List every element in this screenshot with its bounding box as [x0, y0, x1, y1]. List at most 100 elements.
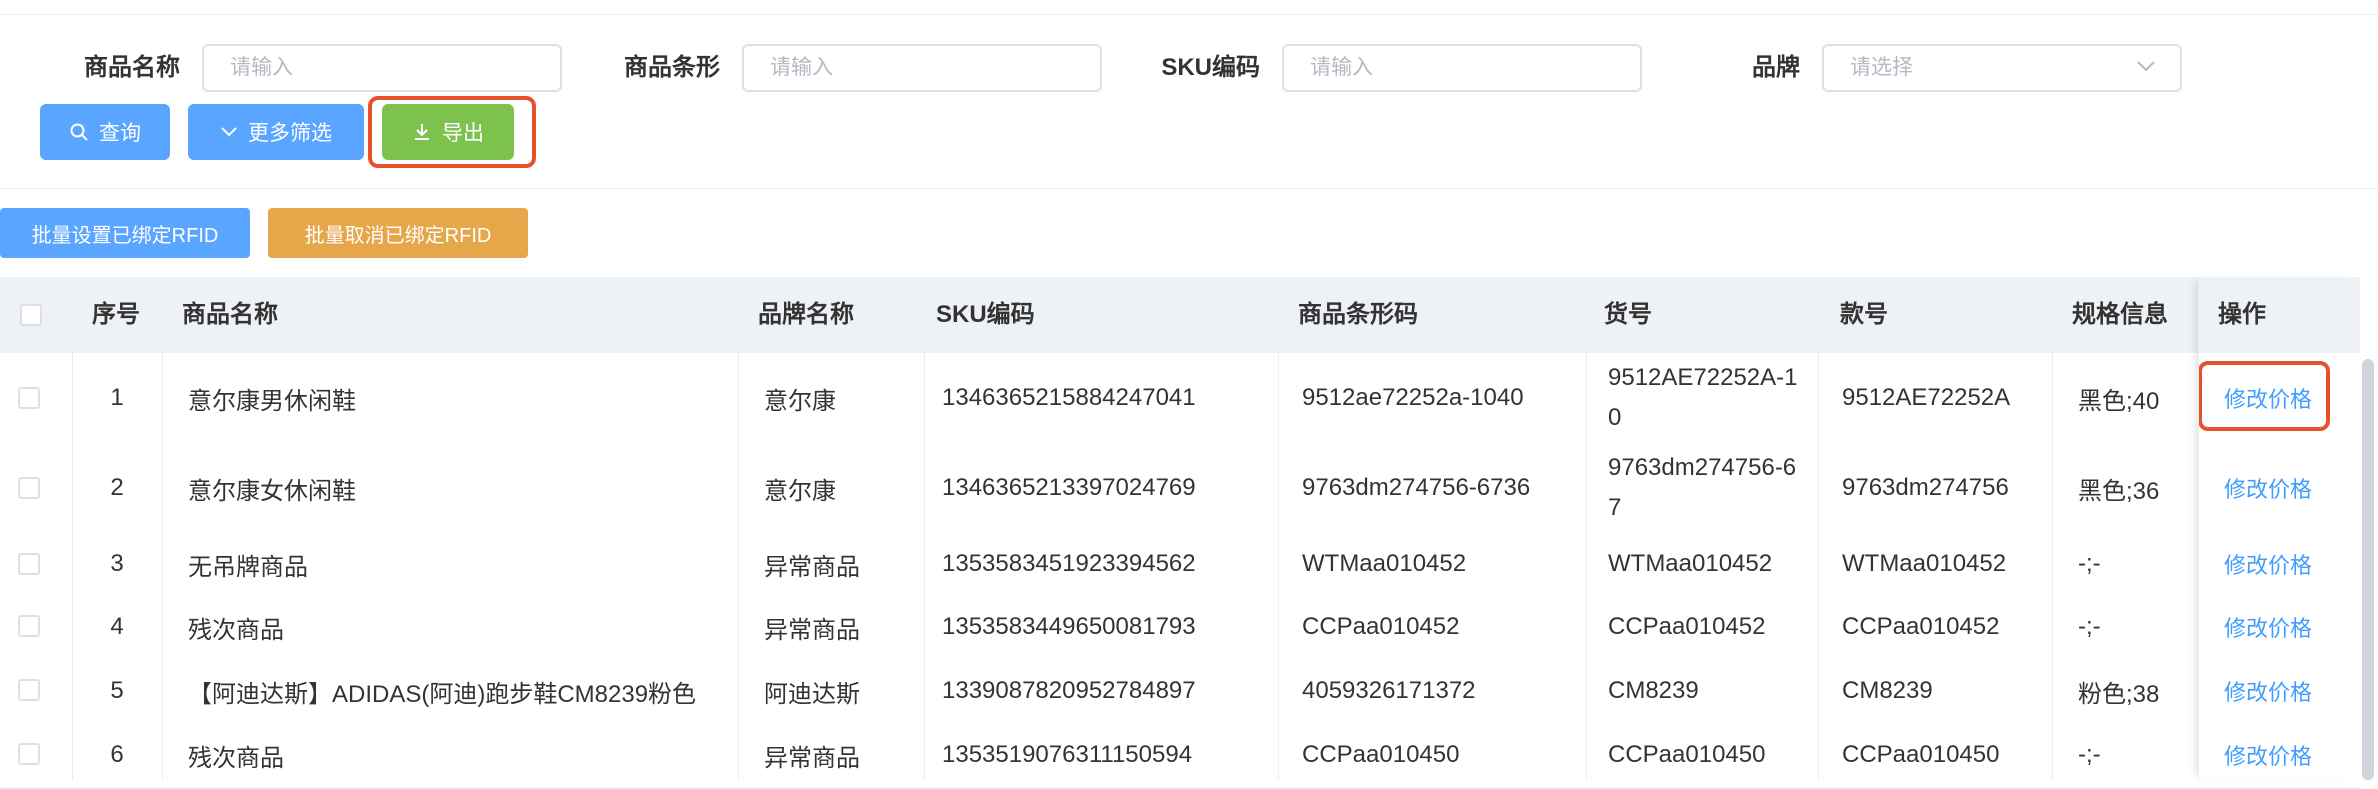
table-row: 5 【阿迪达斯】ADIDAS(阿迪)跑步鞋CM8239粉色 阿迪达斯 13390… — [0, 659, 2360, 725]
row-index: 6 — [110, 741, 124, 768]
batch-set-rfid-label: 批量设置已绑定RFID — [31, 224, 219, 247]
sku-input[interactable] — [1282, 44, 1642, 92]
col-divider — [1818, 277, 1819, 780]
header-spec: 规格信息 — [2072, 301, 2168, 328]
more-filters-button[interactable]: 更多筛选 — [188, 104, 364, 160]
row-checkbox[interactable] — [18, 387, 40, 409]
row-sku: 1339087820952784897 — [942, 677, 1196, 704]
row-index: 1 — [110, 384, 124, 411]
row-spec: -;- — [2078, 550, 2101, 577]
brand-select-placeholder: 请选择 — [1850, 56, 1913, 79]
row-item-no: WTMaa010452 — [1608, 550, 1773, 577]
row-brand: 意尔康 — [764, 477, 836, 505]
batch-set-rfid-button[interactable]: 批量设置已绑定RFID — [0, 208, 250, 258]
filter-bar: 商品名称 商品条形 SKU编码 品牌 请选择 — [0, 44, 2378, 92]
header-sku: SKU编码 — [936, 301, 1035, 328]
col-divider — [72, 277, 73, 780]
row-index: 5 — [110, 677, 124, 704]
table-scrollbar[interactable] — [2362, 359, 2374, 780]
row-name: 意尔康女休闲鞋 — [188, 477, 356, 505]
row-index: 2 — [110, 474, 124, 501]
barcode-label: 商品条形 — [624, 54, 720, 81]
row-name: 意尔康男休闲鞋 — [188, 387, 356, 415]
header-item-no: 货号 — [1604, 301, 1652, 328]
row-sku: 1353583451923394562 — [942, 550, 1196, 577]
row-style-no: CCPaa010450 — [1842, 741, 2000, 768]
fixed-operation-column-shadow — [2198, 277, 2360, 780]
search-icon — [70, 123, 88, 141]
row-spec: -;- — [2078, 613, 2101, 640]
row-checkbox[interactable] — [18, 679, 40, 701]
row-sku: 1353583449650081793 — [942, 613, 1196, 640]
row-brand: 阿迪达斯 — [764, 680, 860, 708]
row-style-no: WTMaa010452 — [1842, 550, 2007, 577]
more-filters-button-label: 更多筛选 — [248, 122, 332, 145]
row-checkbox[interactable] — [18, 477, 40, 499]
header-name: 商品名称 — [182, 301, 278, 328]
row-checkbox[interactable] — [18, 615, 40, 637]
batch-cancel-rfid-label: 批量取消已绑定RFID — [304, 224, 492, 247]
row-brand: 异常商品 — [764, 744, 860, 772]
brand-label: 品牌 — [1752, 54, 1800, 81]
row-barcode: CCPaa010450 — [1302, 741, 1460, 768]
select-all-checkbox[interactable] — [20, 304, 42, 326]
table-row: 3 无吊牌商品 异常商品 1353583451923394562 WTMaa01… — [0, 533, 2360, 597]
brand-select[interactable]: 请选择 — [1822, 44, 2182, 92]
row-index: 3 — [110, 550, 124, 577]
header-barcode: 商品条形码 — [1298, 301, 1418, 328]
query-button[interactable]: 查询 — [40, 104, 170, 160]
row-checkbox[interactable] — [18, 743, 40, 765]
row-barcode: CCPaa010452 — [1302, 613, 1460, 640]
download-icon — [415, 124, 429, 140]
chevron-down-icon — [2137, 61, 2155, 72]
row-barcode: 4059326171372 — [1302, 677, 1476, 704]
row-name: 【阿迪达斯】ADIDAS(阿迪)跑步鞋CM8239粉色 — [188, 680, 697, 708]
table-row: 1 意尔康男休闲鞋 意尔康 1346365215884247041 9512ae… — [0, 353, 2360, 445]
row-name: 无吊牌商品 — [188, 553, 308, 581]
section-divider — [0, 188, 2378, 189]
row-item-no: 9763dm274756-67 — [1608, 454, 1797, 521]
col-divider — [924, 277, 925, 780]
row-index: 4 — [110, 613, 124, 640]
sku-label: SKU编码 — [1161, 54, 1260, 81]
chevron-down-icon — [221, 127, 237, 137]
table-row: 4 残次商品 异常商品 1353583449650081793 CCPaa010… — [0, 595, 2360, 661]
header-style-no: 款号 — [1840, 301, 1888, 328]
row-barcode: 9512ae72252a-1040 — [1302, 384, 1524, 411]
row-sku: 1353519076311150594 — [942, 741, 1193, 768]
row-sku: 1346365215884247041 — [942, 384, 1196, 411]
row-name: 残次商品 — [188, 616, 284, 644]
row-sku: 1346365213397024769 — [942, 474, 1196, 501]
col-divider — [162, 277, 163, 780]
query-button-label: 查询 — [99, 122, 141, 145]
export-button-label: 导出 — [442, 122, 484, 145]
col-divider — [1278, 277, 1279, 780]
row-style-no: 9763dm274756 — [1842, 474, 2009, 501]
row-style-no: CM8239 — [1842, 677, 1933, 704]
row-brand: 异常商品 — [764, 553, 860, 581]
row-spec: 黑色;40 — [2078, 387, 2160, 415]
product-name-input[interactable] — [202, 44, 562, 92]
row-spec: 黑色;36 — [2078, 477, 2160, 505]
header-brand: 品牌名称 — [758, 301, 854, 328]
top-divider — [0, 0, 2378, 15]
row-spec: 粉色;38 — [2078, 680, 2160, 708]
row-item-no: CM8239 — [1608, 677, 1699, 704]
row-style-no: 9512AE72252A — [1842, 384, 2011, 411]
product-name-label: 商品名称 — [84, 54, 180, 81]
row-brand: 异常商品 — [764, 616, 860, 644]
col-divider — [1586, 277, 1587, 780]
barcode-input[interactable] — [742, 44, 1102, 92]
row-barcode: 9763dm274756-6736 — [1302, 474, 1531, 501]
row-checkbox[interactable] — [18, 553, 40, 575]
row-item-no: CCPaa010452 — [1608, 613, 1766, 640]
header-index: 序号 — [92, 301, 140, 328]
table-header: 序号 商品名称 品牌名称 SKU编码 商品条形码 货号 款号 规格信息 操作 — [0, 277, 2360, 353]
col-divider — [2052, 277, 2053, 780]
row-brand: 意尔康 — [764, 387, 836, 415]
row-name: 残次商品 — [188, 744, 284, 772]
row-item-no: 9512AE72252A-10 — [1608, 364, 1798, 431]
batch-cancel-rfid-button[interactable]: 批量取消已绑定RFID — [268, 208, 528, 258]
export-button[interactable]: 导出 — [382, 104, 514, 160]
row-item-no: CCPaa010450 — [1608, 741, 1766, 768]
